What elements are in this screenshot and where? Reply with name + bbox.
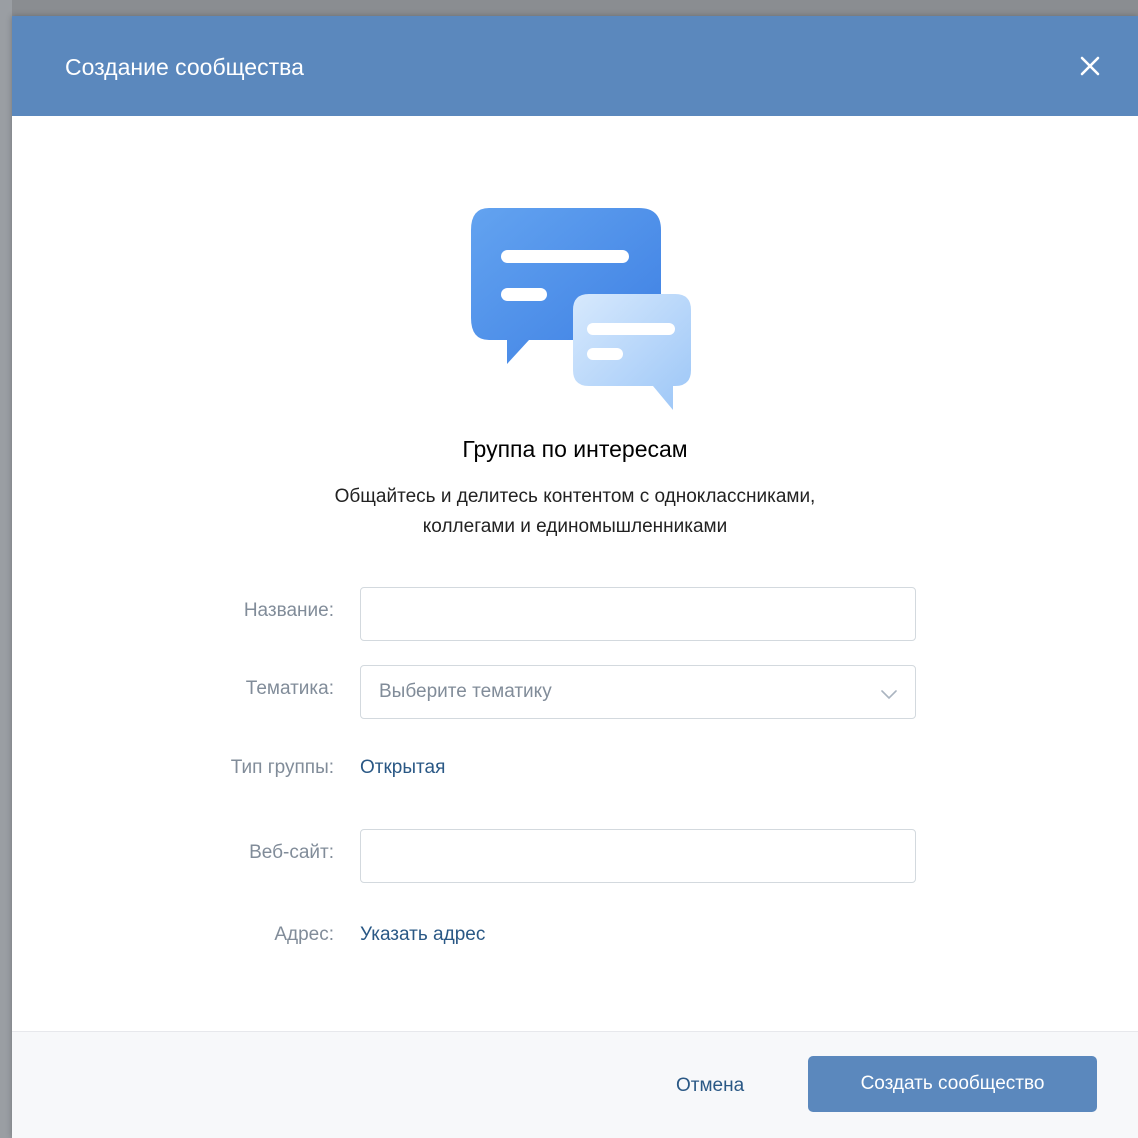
group-type-link[interactable]: Открытая (360, 756, 445, 780)
topic-placeholder: Выберите тематику (379, 681, 552, 702)
description-line-1: Общайтесь и делитесь контентом с однокла… (334, 486, 816, 507)
chat-bubbles-icon (471, 208, 691, 410)
group-type-label: Тип группы: (230, 757, 334, 778)
create-community-button[interactable]: Создать сообщество (808, 1056, 1097, 1112)
website-label: Веб-сайт: (249, 842, 334, 863)
background-page-fragment (0, 0, 12, 1138)
chevron-down-icon (881, 690, 897, 700)
address-label: Адрес: (274, 924, 334, 945)
create-community-dialog: Создание сообщества Группа по интересам (12, 16, 1138, 1138)
name-label: Название: (243, 600, 334, 621)
dialog-header: Создание сообщества (12, 16, 1138, 116)
topic-select[interactable]: Выберите тематику (360, 665, 916, 719)
cancel-button[interactable]: Отмена (676, 1074, 744, 1098)
website-input[interactable] (360, 829, 916, 883)
close-icon (1080, 56, 1100, 76)
address-link[interactable]: Указать адрес (360, 923, 485, 947)
name-input[interactable] (360, 587, 916, 641)
dialog-footer: Отмена Создать сообщество (12, 1031, 1138, 1138)
dialog-title: Создание сообщества (65, 54, 304, 80)
group-type-title: Группа по интересам (462, 436, 688, 462)
description-line-2: коллегами и единомышленниками (422, 516, 728, 537)
group-type-description: Общайтесь и делитесь контентом с однокла… (12, 482, 1138, 542)
topic-label: Тематика: (245, 678, 334, 699)
close-button[interactable] (1070, 46, 1110, 86)
